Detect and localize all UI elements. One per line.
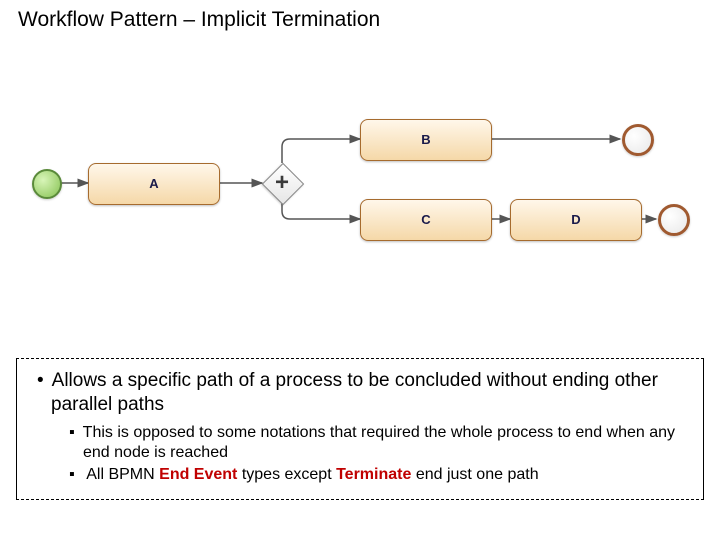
- gateway-plus-icon: +: [263, 164, 301, 202]
- bullet-level2: This is opposed to some notations that r…: [29, 423, 691, 463]
- task-a: A: [88, 163, 220, 205]
- end-event-icon: [622, 124, 654, 156]
- emphasis-end-event: End Event: [159, 466, 237, 483]
- slide-title: Workflow Pattern – Implicit Termination: [18, 8, 380, 32]
- text: end just one path: [411, 466, 538, 483]
- description-box: Allows a specific path of a process to b…: [16, 358, 704, 500]
- emphasis-terminate: Terminate: [336, 466, 411, 483]
- text: All BPMN: [86, 466, 159, 483]
- end-event-icon: [658, 204, 690, 236]
- task-c: C: [360, 199, 492, 241]
- start-event-icon: [32, 169, 62, 199]
- bullet-level1: Allows a specific path of a process to b…: [29, 369, 691, 417]
- parallel-gateway: +: [263, 164, 301, 202]
- bpmn-diagram: A + B C D: [30, 115, 690, 255]
- task-b: B: [360, 119, 492, 161]
- task-d: D: [510, 199, 642, 241]
- bullet-level2: All BPMN End Event types except Terminat…: [29, 465, 691, 485]
- slide: Workflow Pattern – Implicit Termination: [0, 0, 720, 540]
- text: types except: [237, 466, 336, 483]
